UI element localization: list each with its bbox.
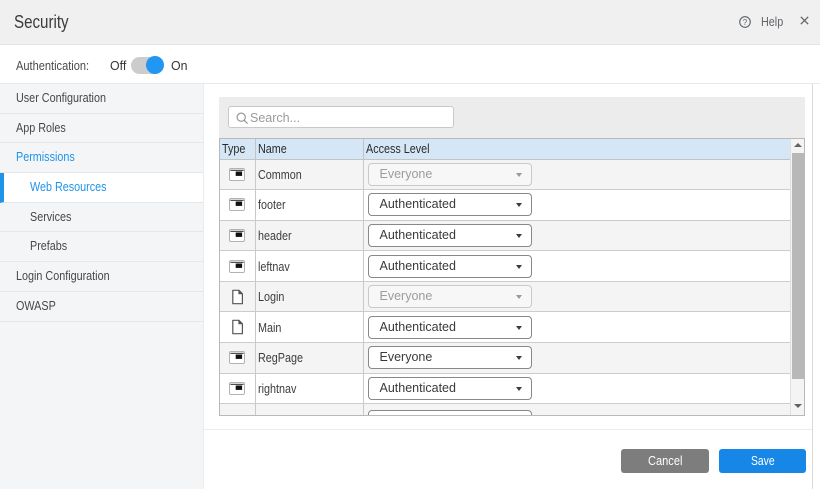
svg-text:?: ? — [742, 17, 747, 26]
